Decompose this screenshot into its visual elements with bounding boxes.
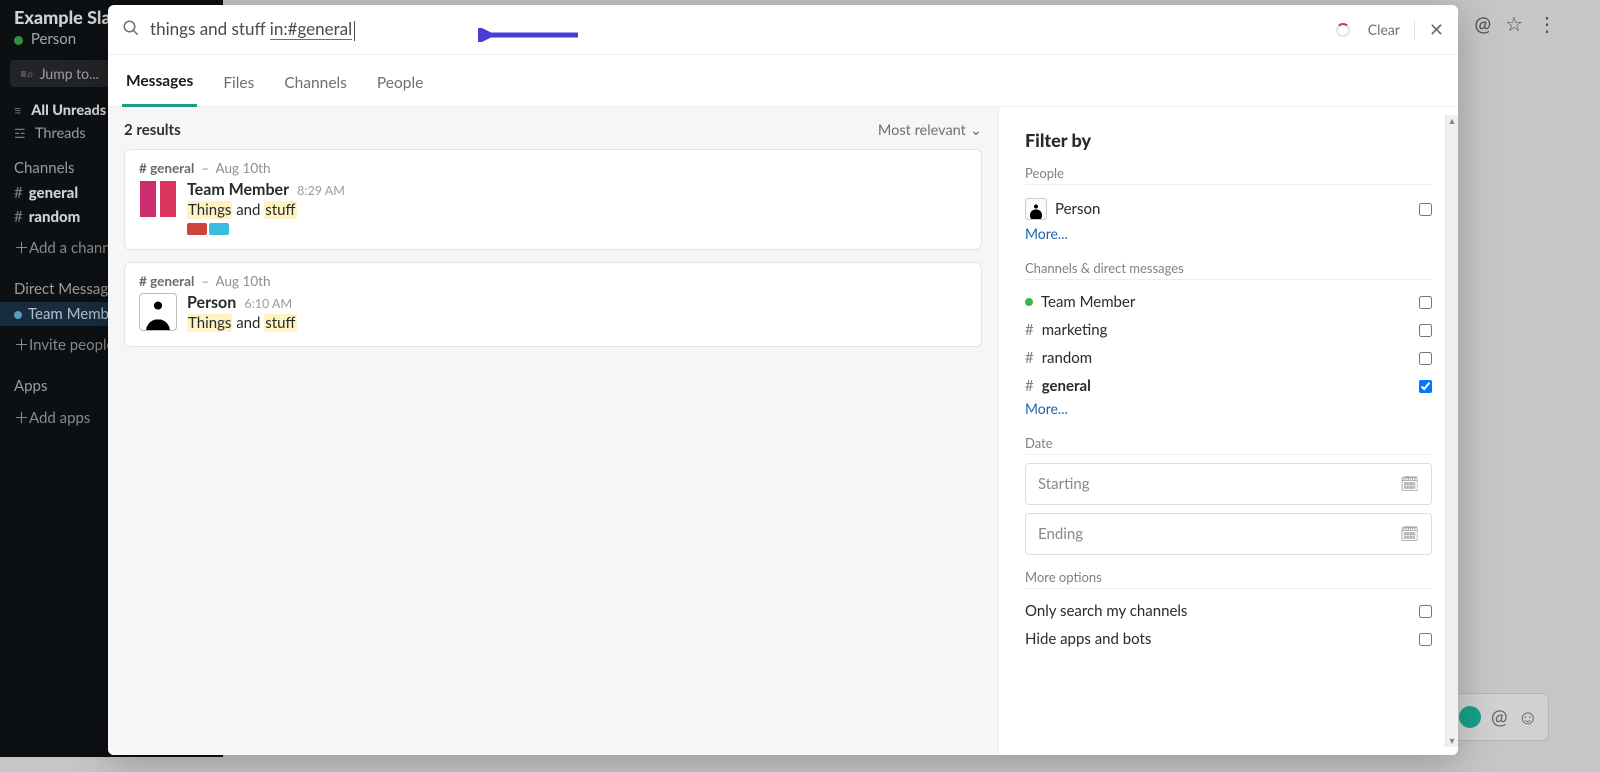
filter-person[interactable]: Person bbox=[1025, 193, 1432, 225]
star-icon[interactable]: ☆ bbox=[1505, 12, 1523, 36]
avatar bbox=[1025, 198, 1047, 220]
threads-icon: ☲ bbox=[14, 125, 26, 141]
browser-icons: @ ☆ ⋮ bbox=[1474, 12, 1557, 36]
filter-checkbox[interactable] bbox=[1419, 324, 1432, 337]
people-section-label: People bbox=[1025, 165, 1432, 185]
filter-checkbox[interactable] bbox=[1419, 203, 1432, 216]
search-result[interactable]: # general – Aug 10th Person 6:10 AM Thin… bbox=[124, 262, 982, 347]
hash-icon: # bbox=[1025, 321, 1034, 339]
presence-icon bbox=[1025, 298, 1033, 306]
unreads-icon: ≡ bbox=[14, 102, 22, 118]
loading-icon bbox=[1336, 23, 1350, 37]
filter-option[interactable]: Hide apps and bots bbox=[1025, 625, 1432, 653]
more-options-label: More options bbox=[1025, 569, 1432, 589]
result-time: 8:29 AM bbox=[297, 183, 345, 198]
close-icon[interactable]: ✕ bbox=[1429, 18, 1444, 41]
date-start-placeholder: Starting bbox=[1038, 475, 1090, 493]
search-input[interactable]: things and stuff in:#general bbox=[150, 18, 1336, 41]
tab-channels[interactable]: Channels bbox=[280, 60, 351, 106]
filter-cdm-item[interactable]: #general bbox=[1025, 372, 1432, 400]
date-end-placeholder: Ending bbox=[1038, 525, 1083, 543]
tab-files[interactable]: Files bbox=[219, 60, 258, 106]
at-icon[interactable]: @ bbox=[1474, 12, 1491, 36]
date-section-label: Date bbox=[1025, 435, 1432, 455]
scroll-down-icon[interactable]: ▼ bbox=[1446, 735, 1458, 747]
filter-cdm-item[interactable]: #random bbox=[1025, 344, 1432, 372]
filter-checkbox[interactable] bbox=[1419, 605, 1432, 618]
search-query-scope: in:#general bbox=[270, 18, 352, 40]
annotation-arrow bbox=[478, 28, 578, 36]
date-end-input[interactable]: Ending 🗓 bbox=[1025, 513, 1432, 555]
at-mention-icon[interactable]: @ bbox=[1491, 705, 1508, 729]
jump-label: Jump to... bbox=[40, 65, 99, 82]
search-bar: things and stuff in:#general Clear ✕ bbox=[108, 5, 1458, 55]
results-count: 2 results bbox=[124, 121, 181, 139]
threads-label: Threads bbox=[35, 125, 86, 142]
result-time: 6:10 AM bbox=[244, 296, 292, 311]
chevron-down-icon: ⌄ bbox=[970, 122, 982, 139]
filter-checkbox[interactable] bbox=[1419, 380, 1432, 393]
result-author: Team Member bbox=[187, 180, 289, 199]
avatar bbox=[139, 293, 177, 331]
cdm-section-label: Channels & direct messages bbox=[1025, 260, 1432, 280]
people-more[interactable]: More... bbox=[1025, 225, 1432, 242]
emoji-icon[interactable]: ☺ bbox=[1518, 705, 1538, 730]
filter-cdm-item[interactable]: Team Member bbox=[1025, 288, 1432, 316]
sort-label: Most relevant bbox=[878, 122, 966, 139]
result-meta: # general – Aug 10th bbox=[139, 273, 967, 289]
result-meta: # general – Aug 10th bbox=[139, 160, 967, 176]
hash-icon: # bbox=[1025, 349, 1034, 367]
search-modal: things and stuff in:#general Clear ✕ Mes… bbox=[108, 5, 1458, 755]
result-message: Things and stuff bbox=[187, 201, 967, 219]
grammarly-icon[interactable] bbox=[1459, 706, 1481, 728]
filter-checkbox[interactable] bbox=[1419, 633, 1432, 646]
filter-panel: Filter by People Person More... Channels… bbox=[998, 107, 1458, 755]
result-author: Person bbox=[187, 293, 236, 312]
hash-icon: # bbox=[1025, 377, 1034, 395]
calendar-icon: 🗓 bbox=[1400, 525, 1419, 543]
scroll-up-icon[interactable]: ▲ bbox=[1446, 115, 1458, 127]
results-column: 2 results Most relevant ⌄ # general – Au… bbox=[108, 107, 998, 755]
presence-icon bbox=[14, 36, 23, 45]
avatar bbox=[139, 180, 177, 218]
result-message: Things and stuff bbox=[187, 314, 967, 332]
scrollbar[interactable]: ▲ ▼ bbox=[1445, 115, 1458, 747]
cdm-more[interactable]: More... bbox=[1025, 400, 1432, 417]
filter-option[interactable]: Only search my channels bbox=[1025, 597, 1432, 625]
search-tabs: Messages Files Channels People bbox=[108, 55, 1458, 107]
divider bbox=[1414, 20, 1415, 40]
filter-checkbox[interactable] bbox=[1419, 296, 1432, 309]
search-icon bbox=[122, 19, 140, 41]
tab-messages[interactable]: Messages bbox=[122, 58, 197, 107]
filter-title: Filter by bbox=[1025, 129, 1432, 151]
menu-icon[interactable]: ⋮ bbox=[1537, 12, 1557, 36]
filter-cdm-item[interactable]: #marketing bbox=[1025, 316, 1432, 344]
clear-button[interactable]: Clear bbox=[1368, 21, 1400, 38]
calendar-icon: 🗓 bbox=[1400, 475, 1419, 493]
search-query-text: things and stuff bbox=[150, 18, 270, 39]
current-user-name: Person bbox=[31, 30, 76, 48]
tab-people[interactable]: People bbox=[373, 60, 427, 106]
date-start-input[interactable]: Starting 🗓 bbox=[1025, 463, 1432, 505]
filter-checkbox[interactable] bbox=[1419, 352, 1432, 365]
sort-dropdown[interactable]: Most relevant ⌄ bbox=[878, 122, 982, 139]
all-unreads-label: All Unreads bbox=[31, 102, 106, 119]
jump-icon: ≡⌕ bbox=[20, 66, 34, 82]
search-result[interactable]: # general – Aug 10th Team Member 8:29 AM… bbox=[124, 149, 982, 250]
